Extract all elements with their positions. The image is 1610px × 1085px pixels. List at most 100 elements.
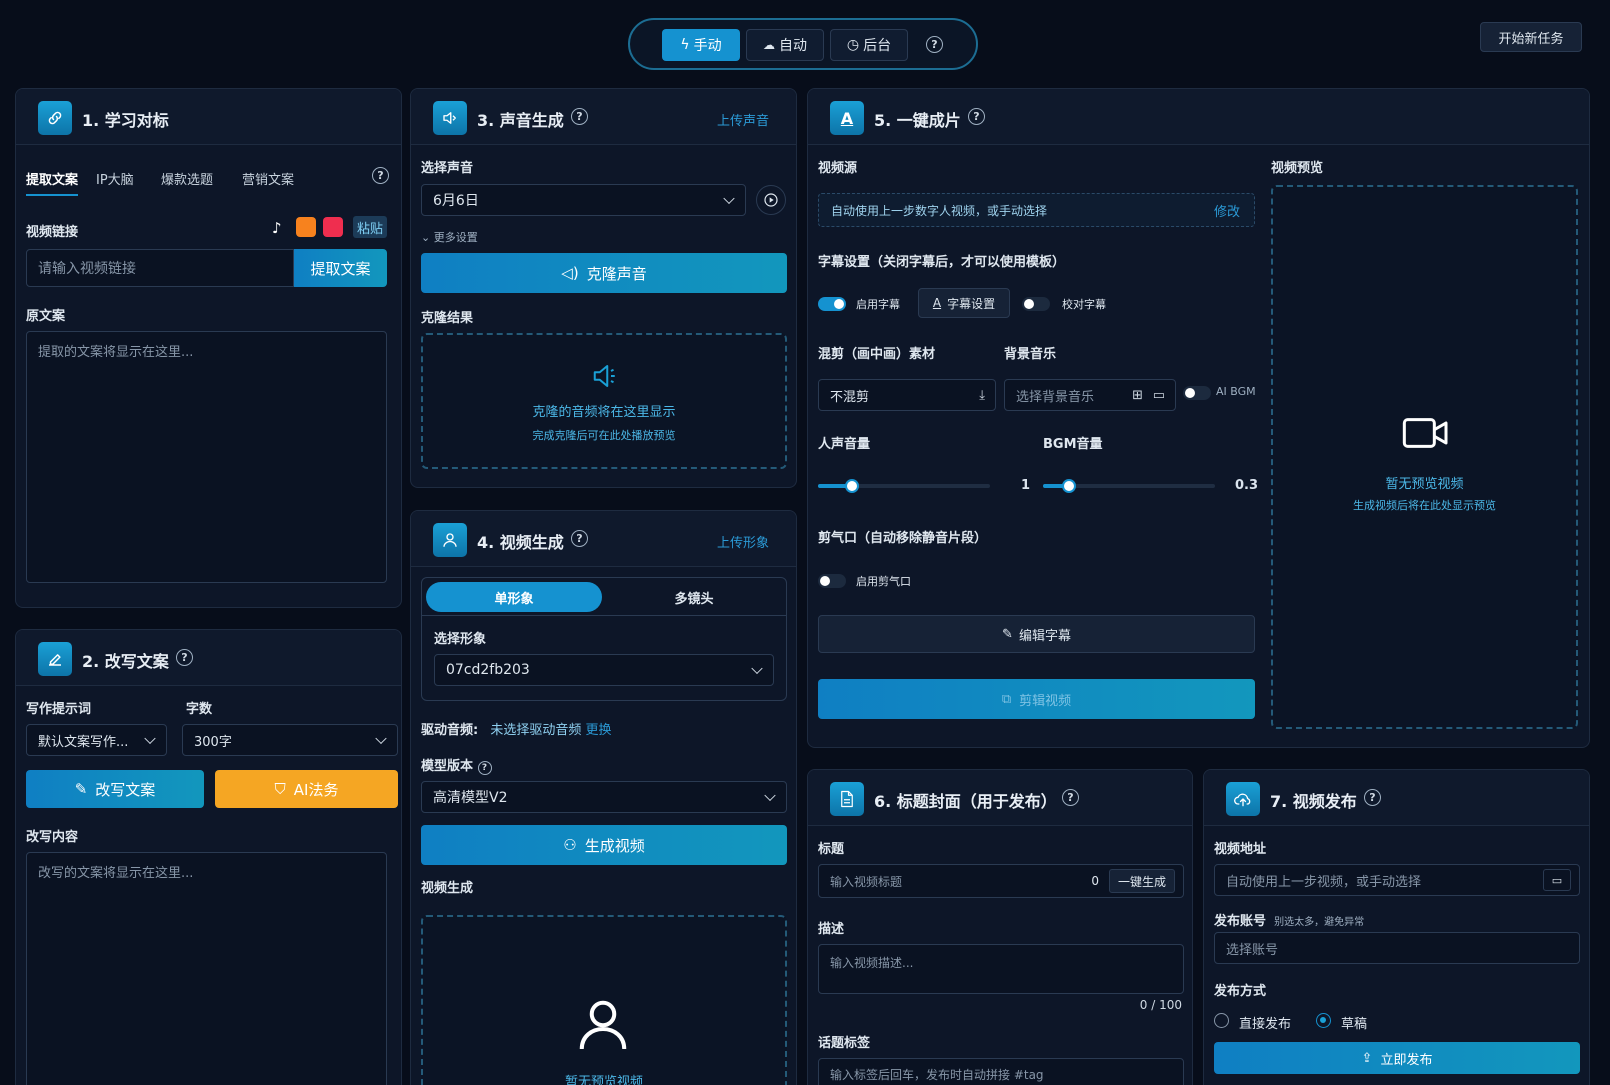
rewrite-content-label: 改写内容 [26,830,79,845]
account-select[interactable]: 选择账号 [1214,932,1580,964]
edit-icon: ✎ [74,780,88,798]
title-input[interactable]: 输入视频标题 0 一键生成 [818,864,1184,898]
rewrite-button[interactable]: ✎ 改写文案 [26,770,204,808]
direct-publish-radio[interactable] [1214,1013,1229,1028]
voice-select[interactable]: 6月6日 [421,184,746,216]
bgm-volume-label: BGM音量 [1043,437,1103,452]
video-camera-icon [1401,413,1451,453]
edit-video-button[interactable]: ⧉ 剪辑视频 [818,679,1255,719]
source-text-area[interactable]: 提取的文案将显示在这里... [26,331,387,583]
auto-generate-button[interactable]: 一键生成 [1109,869,1175,893]
description-count: 0 / 100 [1139,998,1182,1012]
paste-button[interactable]: 粘贴 [353,216,387,238]
video-link-input[interactable]: 请输入视频链接 [26,249,294,287]
help-icon[interactable]: ? [571,530,588,547]
proofread-subtitle-toggle[interactable] [1022,297,1050,311]
pip-material-label: 混剪（画中画）素材 [818,347,936,362]
description-textarea[interactable]: 输入视频描述... [818,944,1184,994]
grid-icon[interactable]: ⊞ [1132,388,1143,403]
bgm-volume-slider[interactable] [1043,479,1215,493]
enable-subtitle-toggle[interactable] [818,297,846,311]
prompt-select[interactable]: 默认文案写作... [26,724,167,756]
voice-volume-slider[interactable] [818,479,990,493]
enable-cut-toggle[interactable] [818,574,846,588]
help-icon[interactable]: ? [1364,789,1381,806]
source-text-label: 原文案 [26,309,66,324]
word-count-select[interactable]: 300字 [182,724,398,756]
model-select[interactable]: 高清模型V2 [421,781,787,813]
title-count: 0 [1091,874,1099,888]
chevron-down-icon [723,192,735,205]
help-icon[interactable]: ? [926,36,943,53]
publish-now-button[interactable]: ⇪ 立即发布 [1214,1042,1580,1074]
kuaishou-icon[interactable] [296,217,316,237]
folder-icon[interactable]: ▭ [1153,388,1165,403]
help-icon[interactable]: ? [176,649,193,666]
panel-header: 2. 改写文案 ? [16,630,401,686]
clock-icon: ◷ [846,37,860,53]
edit-subtitle-button[interactable]: ✎ 编辑字幕 [818,615,1255,653]
video-source-label: 视频源 [818,161,858,176]
chevron-down-icon [375,732,387,745]
folder-icon[interactable]: ▭ [1543,869,1571,891]
panel-header: 1. 学习对标 [16,89,401,145]
tab-ip-brain[interactable]: IP大脑 [96,169,134,188]
change-audio-link[interactable]: 更换 [586,723,612,738]
subtitle-settings-button[interactable]: A 字幕设置 [918,288,1010,318]
new-task-button[interactable]: 开始新任务 [1480,22,1582,52]
bgm-select[interactable]: 选择背景音乐 ⊞ ▭ [1004,379,1176,411]
avatar-select[interactable]: 07cd2fb203 [434,654,774,686]
tiktok-icon[interactable]: ♪ [272,219,282,237]
clone-result-label: 克隆结果 [421,311,474,326]
seg-multi-shot[interactable]: 多镜头 [604,582,784,612]
select-voice-label: 选择声音 [421,161,474,176]
panel-title: 1. 学习对标 [82,111,169,130]
mode-manual-button[interactable]: ϟ 手动 [662,29,740,61]
mode-background-button[interactable]: ◷ 后台 [830,29,908,61]
bgm-label: 背景音乐 [1004,347,1057,362]
draft-radio[interactable] [1316,1013,1331,1028]
drive-audio-row: 驱动音频: 未选择驱动音频 更换 [421,723,612,738]
bolt-icon: ϟ [680,37,690,53]
extract-button[interactable]: 提取文案 [294,249,387,287]
proofread-subtitle-label: 校对字幕 [1062,298,1106,311]
rewrite-content-area[interactable]: 改写的文案将显示在这里... [26,852,387,1085]
tab-extract[interactable]: 提取文案 [26,169,79,196]
panel-header: 6. 标题封面（用于发布） ? [808,770,1192,826]
cloud-upload-icon [1226,782,1260,816]
preview-empty-text: 暂无预览视频 [564,1075,643,1085]
play-icon[interactable] [756,185,786,215]
upload-voice-link[interactable]: 上传声音 [717,110,769,129]
title-label: 标题 [818,842,845,857]
video-source-box[interactable]: 自动使用上一步数字人视频，或手动选择 修改 [818,193,1255,227]
topic-tags-input[interactable]: 输入标签后回车，发布时自动拼接 #tag [818,1058,1184,1085]
tab-marketing[interactable]: 营销文案 [242,169,294,188]
panel-title: 5. 一键成片 [874,111,961,130]
help-icon[interactable]: ? [968,108,985,125]
ai-legal-button[interactable]: ⛉ AI法务 [215,770,398,808]
panel-title: 2. 改写文案 [82,652,169,671]
seg-single-avatar[interactable]: 单形象 [426,582,602,612]
cloud-icon: ☁ [763,38,775,52]
more-settings-toggle[interactable]: ⌄ 更多设置 [421,229,478,245]
mode-auto-button[interactable]: ☁ 自动 [746,29,824,61]
ai-bgm-toggle[interactable] [1183,386,1211,400]
clone-voice-button[interactable]: ◁) 克隆声音 [421,253,787,293]
help-icon[interactable]: ? [372,167,389,184]
panel-title: 7. 视频发布 [1270,792,1357,811]
xiaohongshu-icon[interactable] [323,217,343,237]
avatar-box: 单形象 多镜头 选择形象 07cd2fb203 [421,577,787,701]
generate-video-button[interactable]: ⚇ 生成视频 [421,825,787,865]
pip-select[interactable]: 不混剪 ⤓ [818,379,996,411]
tab-hot-topics[interactable]: 爆款选题 [161,169,213,188]
slider-knob[interactable] [1061,479,1076,493]
description-label: 描述 [818,922,845,937]
modify-link[interactable]: 修改 [1214,201,1240,220]
video-address-input[interactable]: 自动使用上一步视频，或手动选择 ▭ [1214,864,1580,896]
slider-knob[interactable] [845,479,860,493]
help-icon[interactable]: ? [1062,789,1079,806]
help-icon[interactable]: ? [571,108,588,125]
help-icon[interactable]: ? [477,761,492,775]
upload-avatar-link[interactable]: 上传形象 [717,532,769,551]
speaker-icon [433,101,467,135]
